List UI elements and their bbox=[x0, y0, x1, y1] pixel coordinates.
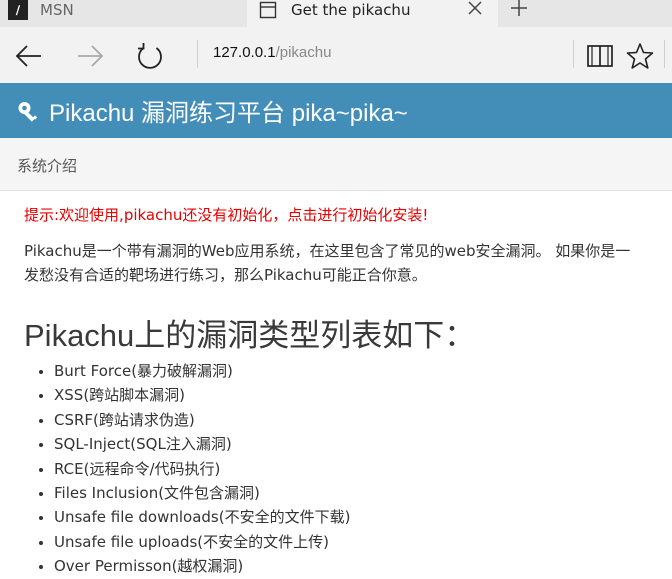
divider bbox=[664, 40, 665, 68]
list-item: XSS(跨站脚本漏洞) bbox=[38, 383, 350, 407]
intro-line: Pikachu是一个带有漏洞的Web应用系统，在这里包含了常见的web安全漏洞。… bbox=[24, 242, 631, 260]
url-path: /pikachu bbox=[275, 44, 332, 61]
list-item: RCE(远程命令/代码执行) bbox=[38, 457, 350, 481]
list-item: Files Inclusion(文件包含漏洞) bbox=[38, 481, 350, 505]
page-icon bbox=[259, 1, 277, 18]
forward-arrow-icon[interactable] bbox=[75, 41, 105, 71]
vuln-list: Burt Force(暴力破解漏洞) XSS(跨站脚本漏洞) CSRF(跨站请求… bbox=[38, 359, 350, 579]
vuln-list-title: Pikachu上的漏洞类型列表如下： bbox=[24, 318, 476, 353]
breadcrumb-bar: 系统介绍 bbox=[0, 138, 672, 191]
init-notice-link[interactable]: 提示:欢迎使用,pikachu还没有初始化，点击进行初始化安装! bbox=[24, 204, 428, 225]
key-icon bbox=[18, 101, 38, 122]
tab-get-the-pikachu[interactable]: Get the pikachu bbox=[247, 0, 498, 27]
refresh-icon[interactable] bbox=[135, 41, 165, 71]
intro-paragraph: Pikachu是一个带有漏洞的Web应用系统，在这里包含了常见的web安全漏洞。… bbox=[24, 239, 672, 287]
tab-msn[interactable]: ∕ MSN bbox=[0, 0, 247, 27]
back-arrow-icon[interactable] bbox=[14, 41, 44, 71]
new-tab-icon[interactable] bbox=[508, 0, 530, 20]
divider bbox=[573, 40, 574, 68]
url-host: 127.0.0.1 bbox=[213, 44, 276, 61]
list-item: Unsafe file uploads(不安全的文件上传) bbox=[38, 530, 350, 554]
address-bar: 127.0.0.1/pikachu bbox=[0, 27, 672, 83]
reading-view-icon[interactable] bbox=[586, 42, 614, 70]
tab-label: Get the pikachu bbox=[291, 0, 411, 19]
tab-strip: ∕ MSN Get the pikachu bbox=[0, 0, 672, 27]
list-item: Over Permisson(越权漏洞) bbox=[38, 554, 350, 578]
list-item: Unsafe file downloads(不安全的文件下载) bbox=[38, 505, 350, 529]
close-tab-icon[interactable] bbox=[466, 0, 484, 18]
msn-favicon-icon: ∕ bbox=[8, 0, 28, 20]
site-header: Pikachu 漏洞练习平台 pika~pika~ bbox=[0, 83, 672, 138]
list-item: SQL-Inject(SQL注入漏洞) bbox=[38, 432, 350, 456]
list-item: CSRF(跨站请求伪造) bbox=[38, 408, 350, 432]
breadcrumb[interactable]: 系统介绍 bbox=[17, 155, 77, 176]
list-item: Burt Force(暴力破解漏洞) bbox=[38, 359, 350, 383]
favorite-star-icon[interactable] bbox=[626, 42, 654, 70]
url-field[interactable]: 127.0.0.1/pikachu bbox=[213, 43, 331, 63]
intro-line: 发愁没有合适的靶场进行练习，那么Pikachu可能正合你意。 bbox=[24, 266, 427, 284]
divider bbox=[197, 40, 198, 68]
tab-label: MSN bbox=[40, 0, 74, 19]
site-brand[interactable]: Pikachu 漏洞练习平台 pika~pika~ bbox=[49, 93, 408, 128]
